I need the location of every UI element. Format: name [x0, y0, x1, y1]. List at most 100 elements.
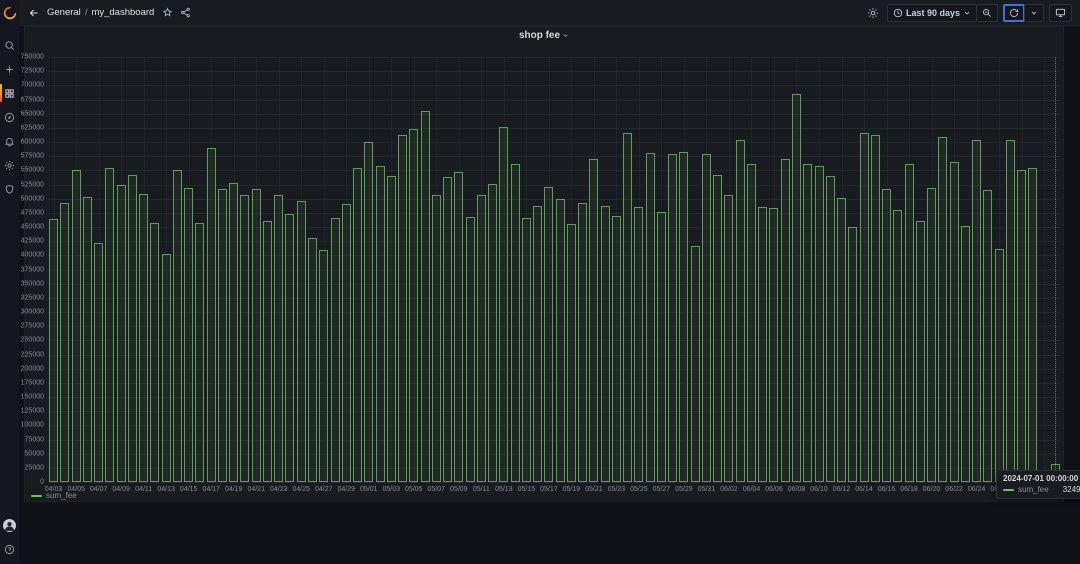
sidebar-item-create[interactable] — [0, 62, 19, 76]
legend-item-sum-fee[interactable]: sum_fee — [31, 491, 77, 500]
bar-05/17 — [544, 187, 553, 482]
dashboard-settings-button[interactable] — [864, 4, 882, 22]
x-tick-label: 06/10 — [810, 486, 828, 493]
bar-04/09 — [117, 185, 126, 482]
bar-04/27 — [319, 250, 328, 482]
refresh-button[interactable] — [1003, 4, 1025, 22]
x-tick-label: 04/11 — [135, 486, 152, 493]
x-tick-label: 05/23 — [608, 486, 626, 493]
bar-04/14 — [173, 170, 182, 482]
y-tick-label: 325000 — [21, 294, 44, 301]
panel-title: shop fee — [519, 30, 560, 41]
x-tick-label: 06/08 — [788, 486, 806, 493]
x-tick-label: 04/17 — [202, 486, 220, 493]
x-tick-label: 05/15 — [518, 486, 536, 493]
x-tick-label: 05/09 — [450, 486, 468, 493]
bar-05/25 — [634, 207, 643, 482]
bar-05/02 — [376, 166, 385, 482]
sidebar-item-alerting[interactable] — [0, 134, 19, 148]
nav-sidebar — [0, 0, 19, 564]
sidebar-item-configuration[interactable] — [0, 158, 19, 172]
bar-05/20 — [578, 203, 587, 482]
gear-icon — [4, 160, 15, 171]
tooltip-value: 32495 — [1053, 485, 1080, 494]
y-tick-label: 250000 — [21, 337, 44, 344]
bar-06/23 — [961, 226, 970, 482]
zoom-out-time-button[interactable] — [976, 4, 998, 22]
breadcrumb-page-title[interactable]: my_dashboard — [91, 7, 154, 18]
x-tick-label: 04/15 — [180, 486, 198, 493]
tooltip-series-name: sum_fee — [1018, 485, 1049, 494]
plot-area[interactable]: 04/0304/0504/0704/0904/1104/1304/1504/17… — [48, 57, 1061, 482]
y-tick-label: 450000 — [21, 224, 44, 231]
hover-cursor-line — [1055, 57, 1056, 482]
chevron-down-icon — [562, 32, 569, 39]
star-dashboard-button[interactable] — [158, 4, 176, 22]
user-avatar-icon — [3, 519, 16, 532]
refresh-icon — [1009, 8, 1019, 18]
y-tick-label: 750000 — [21, 54, 44, 61]
breadcrumb-section[interactable]: General — [47, 7, 81, 18]
y-tick-label: 350000 — [21, 280, 44, 287]
x-tick-label: 05/19 — [563, 486, 581, 493]
y-tick-label: 550000 — [21, 167, 44, 174]
search-icon — [4, 40, 15, 51]
sidebar-item-profile[interactable] — [0, 518, 19, 532]
sidebar-item-server-admin[interactable] — [0, 182, 19, 196]
bar-06/19 — [916, 221, 925, 482]
y-tick-label: 700000 — [21, 82, 44, 89]
x-tick-label: 05/29 — [675, 486, 693, 493]
grafana-logo[interactable] — [0, 0, 19, 26]
x-tick-label: 04/21 — [247, 486, 265, 493]
bar-05/09 — [454, 172, 463, 482]
bar-05/16 — [533, 206, 542, 482]
y-tick-label: 50000 — [25, 450, 44, 457]
share-dashboard-button[interactable] — [176, 4, 194, 22]
bar-05/19 — [567, 224, 576, 482]
zoom-out-icon — [982, 8, 992, 18]
sidebar-item-help[interactable] — [0, 542, 19, 556]
time-range-picker[interactable]: Last 90 days — [887, 4, 977, 22]
grafana-flame-icon — [3, 6, 17, 20]
bar-05/23 — [612, 216, 621, 482]
bar-06/04 — [747, 164, 756, 482]
x-tick-label: 05/11 — [473, 486, 490, 493]
sidebar-item-dashboards[interactable] — [0, 86, 19, 100]
bar-04/18 — [218, 189, 227, 482]
bar-04/03 — [49, 219, 58, 482]
x-tick-label: 06/14 — [855, 486, 873, 493]
sidebar-item-explore[interactable] — [0, 110, 19, 124]
back-button[interactable] — [25, 4, 43, 22]
y-tick-label: 25000 — [25, 464, 44, 471]
monitor-icon — [1055, 7, 1066, 18]
x-tick-label: 04/29 — [338, 486, 356, 493]
bar-06/16 — [882, 189, 891, 482]
x-tick-label: 04/09 — [112, 486, 130, 493]
y-tick-label: 200000 — [21, 365, 44, 372]
sidebar-item-search[interactable] — [0, 38, 19, 52]
bar-04/22 — [263, 221, 272, 482]
arrow-left-icon — [28, 7, 40, 19]
y-tick-label: 525000 — [21, 181, 44, 188]
x-tick-label: 06/24 — [968, 486, 986, 493]
hover-tooltip: 2024-07-01 00:00:00 sum_fee 32495 — [996, 470, 1080, 499]
tooltip-timestamp: 2024-07-01 00:00:00 — [1003, 474, 1080, 483]
gridline-h — [48, 482, 1061, 483]
panel-title-menu[interactable]: shop fee — [25, 27, 1063, 44]
bar-05/13 — [499, 127, 508, 482]
shield-icon — [4, 184, 15, 195]
top-navbar: General / my_dashboard Last 90 days — [19, 0, 1080, 26]
bar-06/22 — [950, 162, 959, 482]
x-tick-label: 05/27 — [653, 486, 671, 493]
bar-04/06 — [83, 197, 92, 482]
bar-05/26 — [646, 153, 655, 482]
x-tick-label: 05/05 — [405, 486, 423, 493]
y-tick-label: 300000 — [21, 309, 44, 316]
bar-06/08 — [792, 94, 801, 482]
kiosk-mode-button[interactable] — [1049, 4, 1072, 22]
bar-04/05 — [72, 170, 81, 482]
bar-05/29 — [679, 152, 688, 482]
bar-06/13 — [848, 227, 857, 482]
refresh-interval-dropdown[interactable] — [1024, 4, 1044, 22]
y-tick-label: 500000 — [21, 195, 44, 202]
